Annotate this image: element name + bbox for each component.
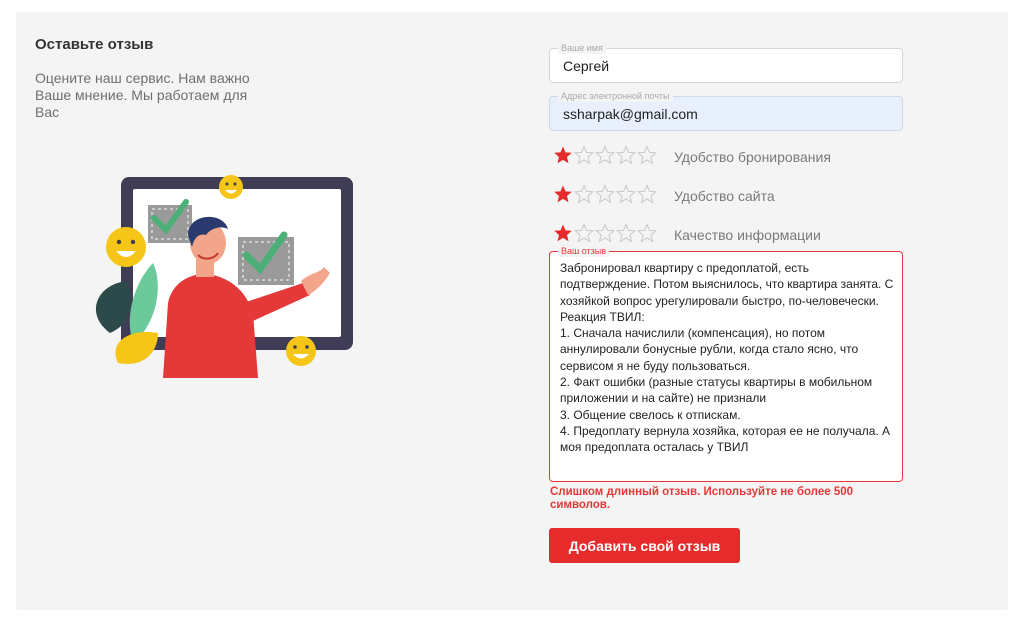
star-empty-icon[interactable] <box>595 144 615 165</box>
star-empty-icon[interactable] <box>616 144 636 165</box>
email-field[interactable]: Адрес электронной почты ssharpak@gmail.c… <box>549 90 903 131</box>
star-empty-icon[interactable] <box>637 144 657 165</box>
rating-info: Качество информации <box>553 222 821 248</box>
name-field-label: Ваше имя <box>558 42 606 54</box>
rating-label: Удобство сайта <box>674 188 775 204</box>
rating-booking: Удобство бронирования <box>553 144 831 170</box>
rating-label: Качество информации <box>674 227 821 243</box>
intro-title: Оставьте отзыв <box>35 36 154 53</box>
star-empty-icon[interactable] <box>574 222 594 243</box>
star-empty-icon[interactable] <box>574 144 594 165</box>
intro-text: Оцените наш сервис. Нам важно Ваше мнени… <box>35 70 250 120</box>
star-filled-icon[interactable] <box>553 145 573 165</box>
star-empty-icon[interactable] <box>637 183 657 204</box>
star-filled-icon[interactable] <box>553 223 573 243</box>
review-text: Забронировал квартиру с предоплатой, ест… <box>560 261 894 455</box>
rating-label: Удобство бронирования <box>674 149 831 165</box>
review-textarea[interactable]: Ваш отзыв Забронировал квартиру с предоп… <box>549 245 903 482</box>
star-empty-icon[interactable] <box>616 222 636 243</box>
star-empty-icon[interactable] <box>616 183 636 204</box>
star-empty-icon[interactable] <box>595 222 615 243</box>
feedback-illustration <box>95 175 353 378</box>
name-field-value: Сергей <box>563 58 610 74</box>
email-field-value: ssharpak@gmail.com <box>563 106 698 122</box>
star-filled-icon[interactable] <box>553 184 573 204</box>
name-field[interactable]: Ваше имя Сергей <box>549 42 903 83</box>
rating-stars <box>553 222 658 248</box>
star-empty-icon[interactable] <box>574 183 594 204</box>
review-label: Ваш отзыв <box>558 245 610 257</box>
review-error-message: Слишком длинный отзыв. Используйте не бо… <box>550 486 854 511</box>
star-empty-icon[interactable] <box>637 222 657 243</box>
submit-review-button[interactable]: Добавить свой отзыв <box>549 528 740 563</box>
star-empty-icon[interactable] <box>595 183 615 204</box>
rating-stars <box>553 144 658 170</box>
rating-stars <box>553 183 658 209</box>
email-field-label: Адрес электронной почты <box>558 90 673 102</box>
rating-site: Удобство сайта <box>553 183 775 209</box>
